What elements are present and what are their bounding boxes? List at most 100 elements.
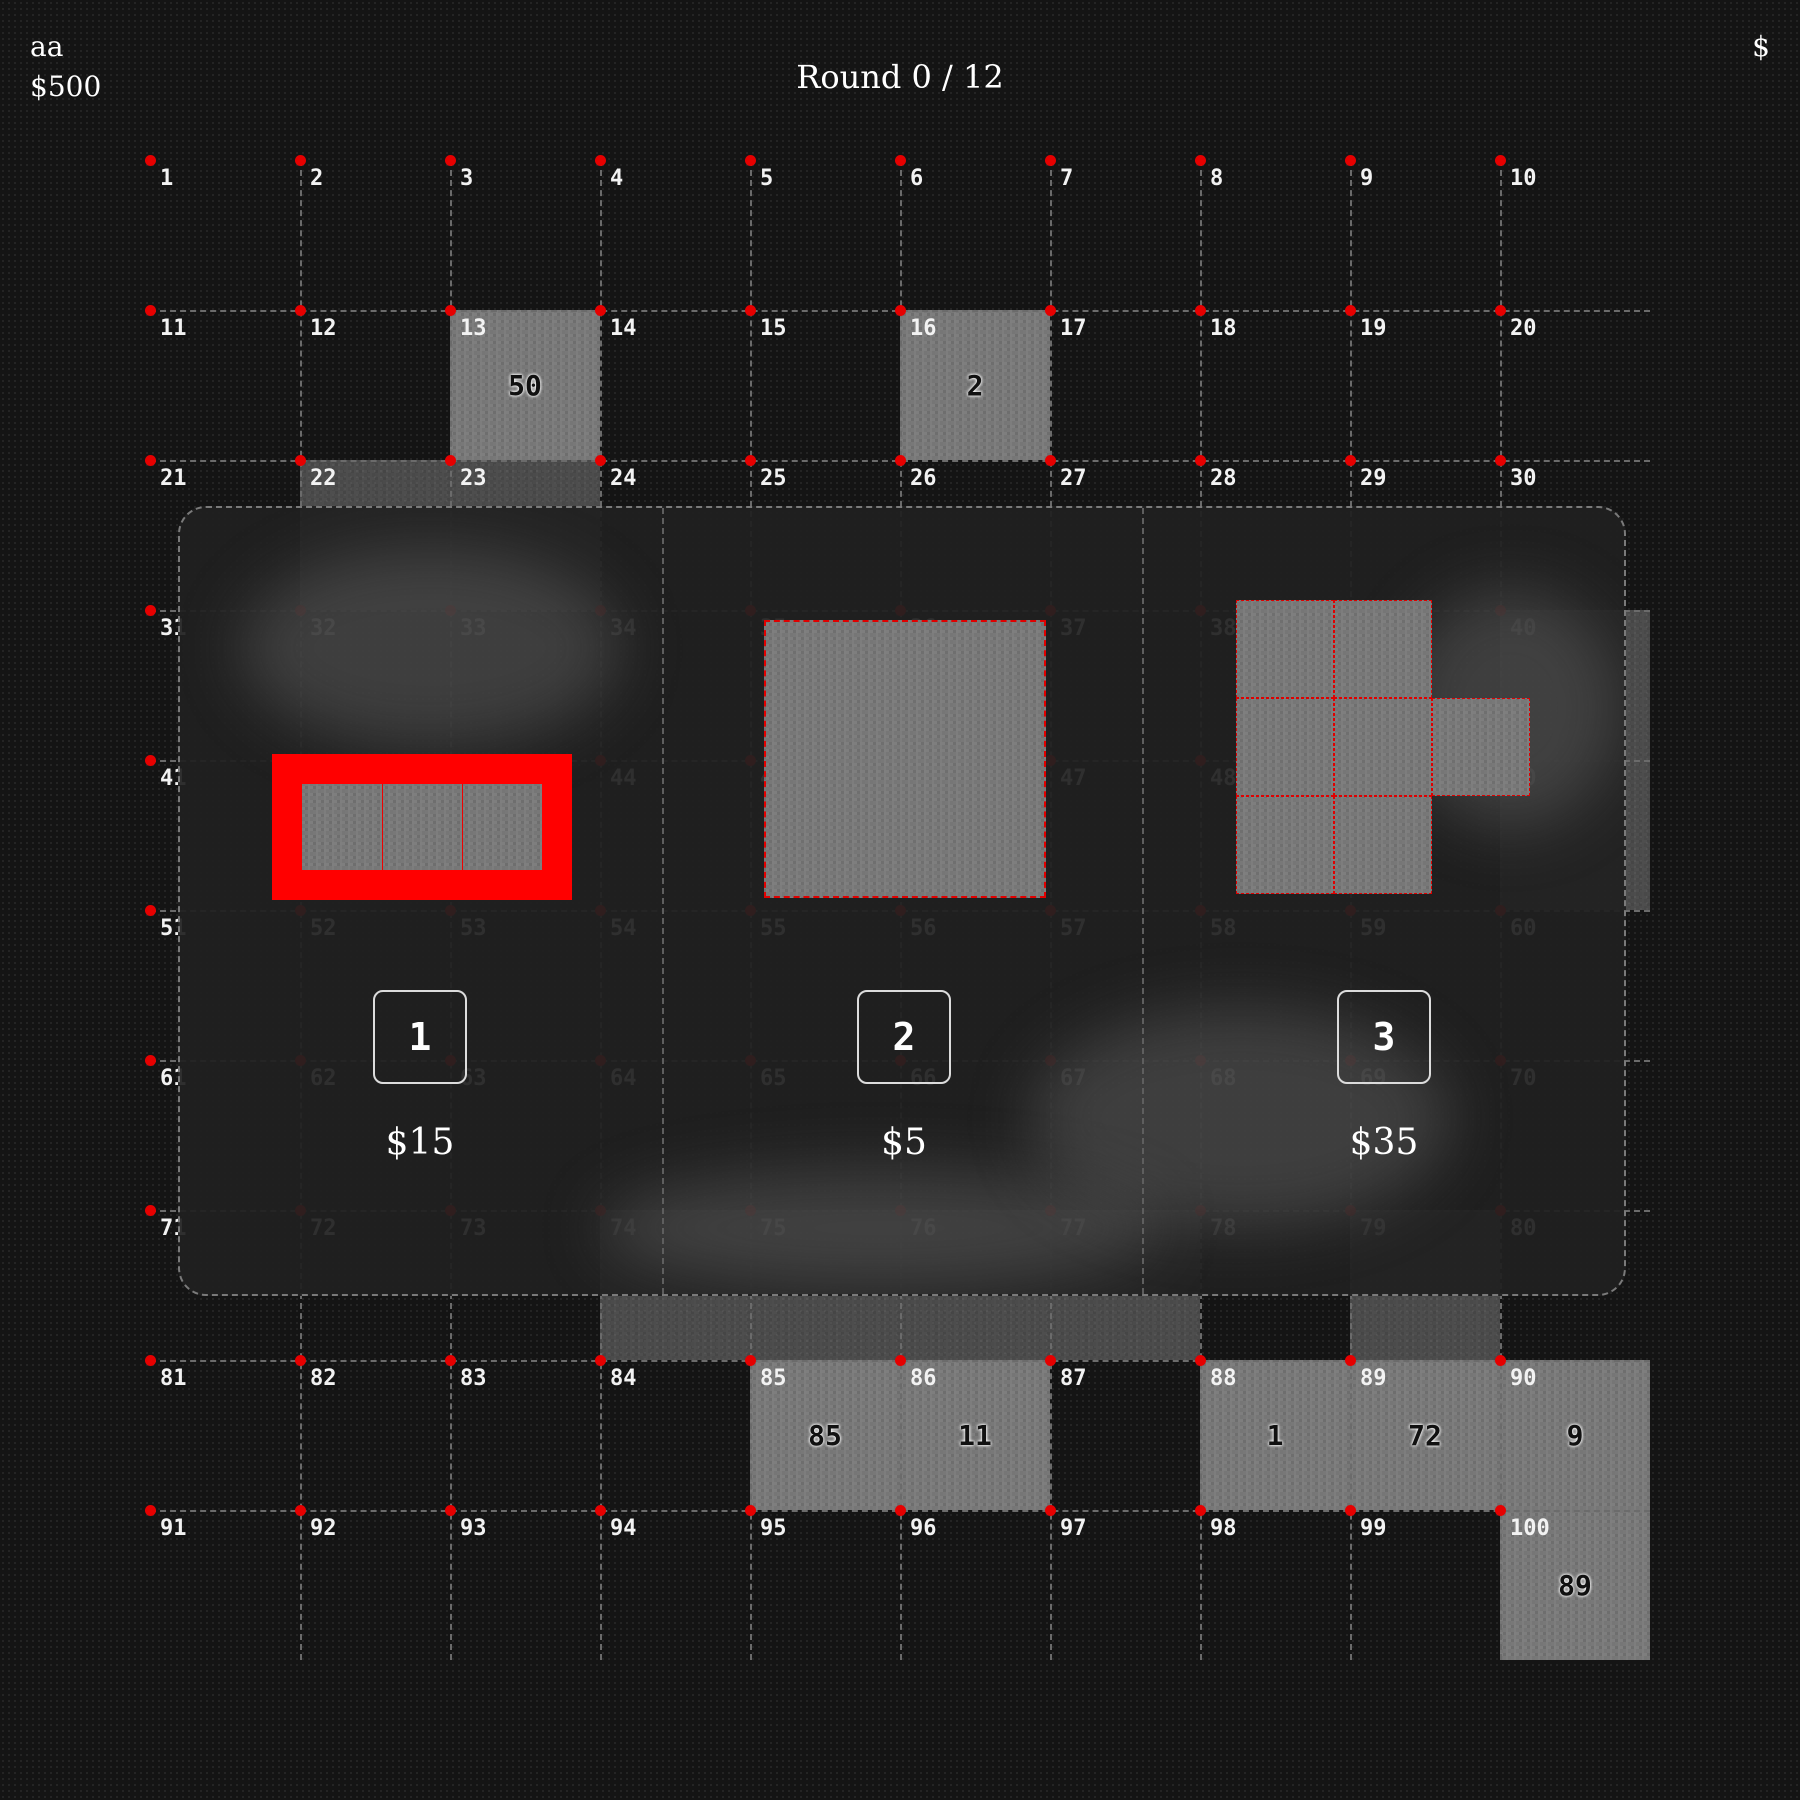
cell-number: 13 xyxy=(460,316,487,341)
piece-3-cell xyxy=(1334,796,1432,894)
piece-3-cell xyxy=(1334,600,1432,698)
option-2-key[interactable]: 2 xyxy=(857,990,951,1084)
grid-node xyxy=(445,155,456,166)
grid-node xyxy=(145,455,156,466)
grid-node xyxy=(895,1355,906,1366)
cell-number: 97 xyxy=(1060,1516,1087,1541)
cell-number: 24 xyxy=(610,466,637,491)
grid-node xyxy=(145,155,156,166)
cell-number: 95 xyxy=(760,1516,787,1541)
grid-node xyxy=(595,1505,606,1516)
grid-node xyxy=(1045,455,1056,466)
cell-number: 30 xyxy=(1510,466,1537,491)
cell-number: 87 xyxy=(1060,1366,1087,1391)
cell-number: 6 xyxy=(910,166,924,191)
cell-number: 22 xyxy=(310,466,337,491)
option-3-price: $35 xyxy=(1349,1122,1419,1163)
grid-node xyxy=(895,305,906,316)
grid-node xyxy=(745,455,756,466)
cell-number: 21 xyxy=(160,466,187,491)
cell-number: 99 xyxy=(1360,1516,1387,1541)
option-2-card[interactable]: 2 $5 xyxy=(662,508,1144,1294)
grid-node xyxy=(1345,155,1356,166)
grid-node xyxy=(1045,1355,1056,1366)
grid-node xyxy=(1195,455,1206,466)
grid-node xyxy=(1495,1505,1506,1516)
grid-node xyxy=(145,1205,156,1216)
grid-node xyxy=(1495,455,1506,466)
option-3-key[interactable]: 3 xyxy=(1337,990,1431,1084)
cell-number: 100 xyxy=(1510,1516,1550,1541)
grid-node xyxy=(295,455,306,466)
grid-node xyxy=(295,155,306,166)
cell-number: 16 xyxy=(910,316,937,341)
cell-number: 15 xyxy=(760,316,787,341)
cell-number: 92 xyxy=(310,1516,337,1541)
tile-value: 72 xyxy=(1408,1419,1442,1452)
grid-node xyxy=(445,1355,456,1366)
cell-number: 27 xyxy=(1060,466,1087,491)
grid-node xyxy=(145,755,156,766)
tile-value: 9 xyxy=(1566,1419,1584,1452)
grid-node xyxy=(1345,1355,1356,1366)
grid-node xyxy=(1345,305,1356,316)
piece-3-cell xyxy=(1236,796,1334,894)
cell-number: 84 xyxy=(610,1366,637,1391)
option-1-card[interactable]: 1 $15 xyxy=(180,508,660,1294)
grid-node xyxy=(745,1505,756,1516)
tile-value: 89 xyxy=(1558,1569,1592,1602)
grid-node xyxy=(1345,1505,1356,1516)
tile-value: 1 xyxy=(1266,1419,1284,1452)
grid-node xyxy=(295,1355,306,1366)
cell-number: 29 xyxy=(1360,466,1387,491)
cell-number: 83 xyxy=(460,1366,487,1391)
cell-number: 98 xyxy=(1210,1516,1237,1541)
option-2-price: $5 xyxy=(881,1122,927,1163)
grid-node xyxy=(445,1505,456,1516)
grid-node xyxy=(1195,305,1206,316)
cell-number: 3 xyxy=(460,166,474,191)
grid-node xyxy=(1195,1355,1206,1366)
grid-node xyxy=(145,1355,156,1366)
cell-number: 2 xyxy=(310,166,324,191)
grid-node xyxy=(295,305,306,316)
grid-node xyxy=(1345,455,1356,466)
cell-number: 25 xyxy=(760,466,787,491)
piece-choice-modal: 1 $15 2 $5 3 $35 xyxy=(178,506,1626,1296)
cell-number: 9 xyxy=(1360,166,1374,191)
piece-3-cell xyxy=(1432,698,1530,796)
grid-node xyxy=(895,1505,906,1516)
cell-number: 1 xyxy=(160,166,174,191)
grid-node xyxy=(445,305,456,316)
option-1-price: $15 xyxy=(385,1122,455,1163)
option-1-key[interactable]: 1 xyxy=(373,990,467,1084)
grid-node xyxy=(1045,1505,1056,1516)
option-3-card[interactable]: 3 $35 xyxy=(1142,508,1624,1294)
grid-node xyxy=(145,905,156,916)
grid-node xyxy=(145,305,156,316)
cell-number: 11 xyxy=(160,316,187,341)
grid-node xyxy=(145,605,156,616)
cell-number: 28 xyxy=(1210,466,1237,491)
grid-node xyxy=(895,455,906,466)
piece-3-cell xyxy=(1334,698,1432,796)
piece-3-cell xyxy=(1236,600,1334,698)
piece-3-cell xyxy=(1236,698,1334,796)
cell-number: 10 xyxy=(1510,166,1537,191)
cell-number: 90 xyxy=(1510,1366,1537,1391)
currency-icon: $ xyxy=(1752,30,1770,63)
grid-node xyxy=(595,1355,606,1366)
cell-number: 20 xyxy=(1510,316,1537,341)
tile-value: 50 xyxy=(508,369,542,402)
cell-number: 91 xyxy=(160,1516,187,1541)
cell-number: 85 xyxy=(760,1366,787,1391)
grid-node xyxy=(145,1055,156,1066)
grid-node xyxy=(145,1505,156,1516)
grid-node xyxy=(1495,155,1506,166)
cell-number: 4 xyxy=(610,166,624,191)
grid-node xyxy=(295,1505,306,1516)
grid-node xyxy=(1195,1505,1206,1516)
grid-node xyxy=(745,305,756,316)
tile-value: 11 xyxy=(958,1419,992,1452)
tile-value: 2 xyxy=(966,369,984,402)
